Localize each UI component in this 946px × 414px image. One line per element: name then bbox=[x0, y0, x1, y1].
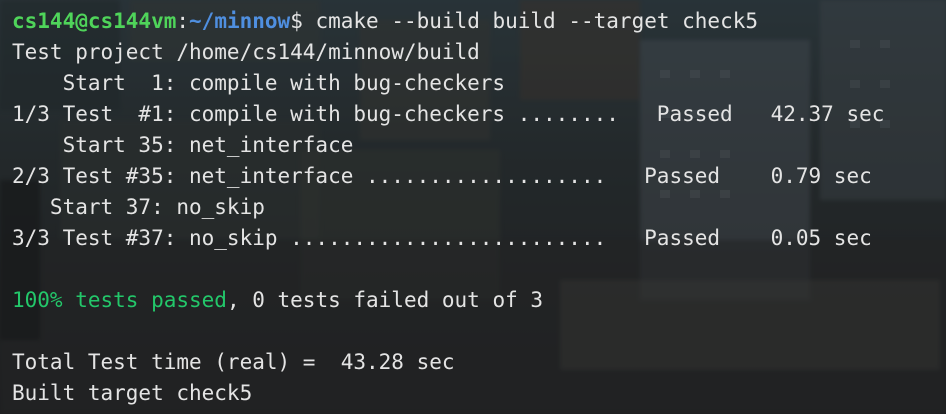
prompt-line: cs144@cs144vm:~/minnow$ cmake --build bu… bbox=[12, 6, 946, 37]
output-line-built-target: Built target check5 bbox=[12, 381, 253, 405]
output-line-blank bbox=[12, 316, 946, 347]
output-line-test-project: Test project /home/cs144/minnow/build bbox=[12, 40, 480, 64]
command-text: cmake --build build --target check5 bbox=[302, 9, 758, 33]
output-line-start-37: Start 37: no_skip bbox=[12, 195, 265, 219]
output-line-start-1: Start 1: compile with bug-checkers bbox=[12, 71, 506, 95]
output-line-result-35: 2/3 Test #35: net_interface ............… bbox=[12, 164, 872, 188]
output-line-total-time: Total Test time (real) = 43.28 sec bbox=[12, 350, 455, 374]
terminal-window[interactable]: cs144@cs144vm:~/minnow$ cmake --build bu… bbox=[0, 0, 946, 414]
output-line-result-1: 1/3 Test #1: compile with bug-checkers .… bbox=[12, 102, 885, 126]
output-line-blank bbox=[12, 254, 946, 285]
prompt-path: ~/minnow bbox=[189, 9, 291, 33]
prompt-symbol: $ bbox=[290, 9, 303, 33]
prompt-user-host: cs144@cs144vm bbox=[12, 9, 177, 33]
output-line-result-37: 3/3 Test #37: no_skip ..................… bbox=[12, 226, 872, 250]
summary-line: 100% tests passed, 0 tests failed out of… bbox=[12, 285, 946, 316]
output-line-start-35: Start 35: net_interface bbox=[12, 133, 354, 157]
summary-rest: , 0 tests failed out of 3 bbox=[226, 288, 544, 312]
prompt-colon: : bbox=[176, 9, 190, 33]
summary-passed: 100% tests passed bbox=[12, 288, 227, 312]
